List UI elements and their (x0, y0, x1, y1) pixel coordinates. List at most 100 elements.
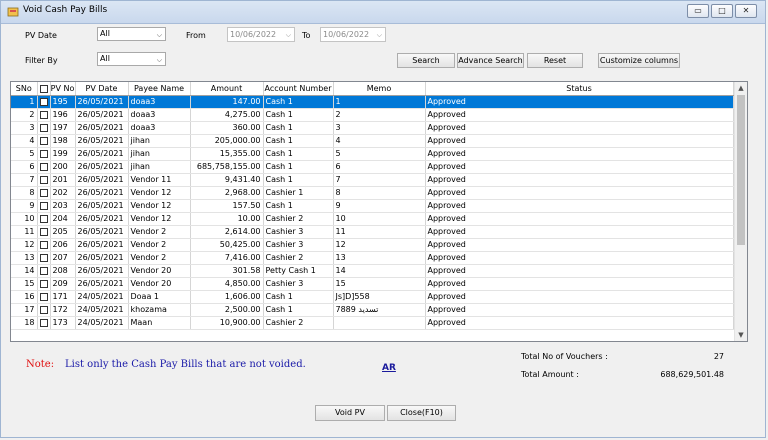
col-header-account-number[interactable]: Account Number (263, 82, 334, 96)
maximize-icon: □ (718, 6, 726, 15)
cell-payee-name: Vendor 2 (128, 251, 191, 265)
row-checkbox[interactable] (39, 253, 48, 262)
cell-select[interactable] (37, 290, 51, 304)
cell-select[interactable] (37, 277, 51, 291)
table-row[interactable]: 16 171 24/05/2021 Doaa 1 1,606.00 Cash 1 Js]D]… (11, 290, 734, 304)
col-header-sno[interactable]: SNo (11, 82, 38, 96)
table-row[interactable]: 17 172 24/05/2021 khozama 2,500.00 Cash 1 تسدي… (11, 303, 734, 317)
col-header-select-all[interactable] (37, 82, 51, 96)
total-amount-value: 688,629,501.48 (660, 370, 724, 379)
cell-select[interactable] (37, 134, 51, 148)
filter-by-select[interactable]: All ⌵ (97, 52, 166, 66)
cell-amount: 360.00 (190, 121, 264, 135)
cell-select[interactable] (37, 173, 51, 187)
ar-language-link[interactable]: AR (382, 363, 396, 373)
table-row[interactable]: 3 197 26/05/2021 doaa3 360.00 Cash 1 3 Approved (11, 121, 734, 135)
cell-select[interactable] (37, 238, 51, 252)
cell-account-number: Cash 1 (263, 121, 334, 135)
cell-pv-no: 207 (50, 251, 76, 265)
col-header-status[interactable]: Status (425, 82, 734, 96)
row-checkbox[interactable] (39, 149, 48, 158)
cell-select[interactable] (37, 264, 51, 278)
minimize-button[interactable]: ▭ (687, 4, 709, 18)
cell-select[interactable] (37, 199, 51, 213)
cell-amount: 4,850.00 (190, 277, 264, 291)
void-pv-button[interactable]: Void PV (315, 405, 385, 421)
window-controls: ▭ □ ✕ (687, 4, 757, 18)
table-row[interactable]: 18 173 24/05/2021 Maan 10,900.00 Cashier 2 App… (11, 316, 734, 330)
scroll-down-icon[interactable]: ▼ (735, 329, 747, 341)
cell-amount: 2,968.00 (190, 186, 264, 200)
cell-memo: 9 (333, 199, 426, 213)
row-checkbox[interactable] (39, 214, 48, 223)
cell-select[interactable] (37, 147, 51, 161)
from-date-picker[interactable]: 10/06/2022 ⌵ (227, 27, 295, 42)
table-row[interactable]: 14 208 26/05/2021 Vendor 20 301.58 Petty Cash… (11, 264, 734, 278)
cell-account-number: Cash 1 (263, 160, 334, 174)
row-checkbox[interactable] (39, 318, 48, 327)
row-checkbox[interactable] (39, 292, 48, 301)
table-row[interactable]: 7 201 26/05/2021 Vendor 11 9,431.40 Cash 1 7 Ap… (11, 173, 734, 187)
row-checkbox[interactable] (39, 305, 48, 314)
maximize-button[interactable]: □ (711, 4, 733, 18)
cell-select[interactable] (37, 303, 51, 317)
col-header-payee-name[interactable]: Payee Name (128, 82, 191, 96)
cell-payee-name: Vendor 20 (128, 277, 191, 291)
table-row[interactable]: 2 196 26/05/2021 doaa3 4,275.00 Cash 1 2 Approv… (11, 108, 734, 122)
cell-select[interactable] (37, 186, 51, 200)
row-checkbox[interactable] (39, 136, 48, 145)
table-row[interactable]: 11 205 26/05/2021 Vendor 2 2,614.00 Cashier 3… (11, 225, 734, 239)
table-row[interactable]: 6 200 26/05/2021 jihan 685,758,155.00 Cash 16… (11, 160, 734, 174)
cell-select[interactable] (37, 316, 51, 330)
table-row[interactable]: 4 198 26/05/2021 jihan 205,000.00 Cash 1 4 Appr… (11, 134, 734, 148)
search-button[interactable]: Search (397, 53, 455, 68)
cell-select[interactable] (37, 108, 51, 122)
col-header-memo[interactable]: Memo (333, 82, 426, 96)
cell-select[interactable] (37, 225, 51, 239)
table-row[interactable]: 8 202 26/05/2021 Vendor 12 2,968.00 Cashier 1… (11, 186, 734, 200)
note-label: Note: (26, 359, 55, 370)
close-window-button[interactable]: ✕ (735, 4, 757, 18)
row-checkbox[interactable] (39, 227, 48, 236)
cell-select[interactable] (37, 95, 51, 109)
cell-pv-no: 196 (50, 108, 76, 122)
select-all-checkbox[interactable] (39, 84, 48, 93)
advance-search-button[interactable]: Advance Search (457, 53, 524, 68)
row-checkbox[interactable] (39, 175, 48, 184)
vouchers-grid[interactable]: SNo PV No PV Date Payee Name Amount Acco… (10, 81, 748, 342)
row-checkbox[interactable] (39, 97, 48, 106)
cell-select[interactable] (37, 251, 51, 265)
row-checkbox[interactable] (39, 279, 48, 288)
table-row[interactable]: 5 199 26/05/2021 jihan 15,355.00 Cash 1 5 Appro… (11, 147, 734, 161)
row-checkbox[interactable] (39, 188, 48, 197)
table-row[interactable]: 15 209 26/05/2021 Vendor 20 4,850.00 Cashier … (11, 277, 734, 291)
table-row[interactable]: 10 204 26/05/2021 Vendor 12 10.00 Cashier 2 10… (11, 212, 734, 226)
table-row[interactable]: 12 206 26/05/2021 Vendor 2 50,425.00 Cashier … (11, 238, 734, 252)
cell-select[interactable] (37, 212, 51, 226)
cell-memo: 7 (333, 173, 426, 187)
to-date-picker[interactable]: 10/06/2022 ⌵ (320, 27, 386, 42)
scrollbar-thumb[interactable] (737, 95, 745, 245)
table-row[interactable]: 1 195 26/05/2021 doaa3 147.00 Cash 1 1 Approved (11, 95, 734, 109)
customize-columns-button[interactable]: Customize columns (598, 53, 680, 68)
row-checkbox[interactable] (39, 162, 48, 171)
row-checkbox[interactable] (39, 240, 48, 249)
row-checkbox[interactable] (39, 110, 48, 119)
col-header-pv-no[interactable]: PV No (50, 82, 76, 96)
table-row[interactable]: 9 203 26/05/2021 Vendor 12 157.50 Cash 1 9 Appr… (11, 199, 734, 213)
cell-account-number: Cashier 2 (263, 251, 334, 265)
pv-date-select[interactable]: All ⌵ (97, 27, 166, 41)
cell-select[interactable] (37, 121, 51, 135)
cell-select[interactable] (37, 160, 51, 174)
reset-button[interactable]: Reset (527, 53, 583, 68)
col-header-pv-date[interactable]: PV Date (75, 82, 129, 96)
grid-vertical-scrollbar[interactable]: ▲ ▼ (734, 82, 747, 341)
row-checkbox[interactable] (39, 266, 48, 275)
col-header-amount[interactable]: Amount (190, 82, 264, 96)
row-checkbox[interactable] (39, 201, 48, 210)
vouchers-table: SNo PV No PV Date Payee Name Amount Acco… (11, 82, 734, 330)
table-row[interactable]: 13 207 26/05/2021 Vendor 2 7,416.00 Cashier 2… (11, 251, 734, 265)
scroll-up-icon[interactable]: ▲ (735, 82, 747, 94)
row-checkbox[interactable] (39, 123, 48, 132)
close-button[interactable]: Close(F10) (387, 405, 456, 421)
